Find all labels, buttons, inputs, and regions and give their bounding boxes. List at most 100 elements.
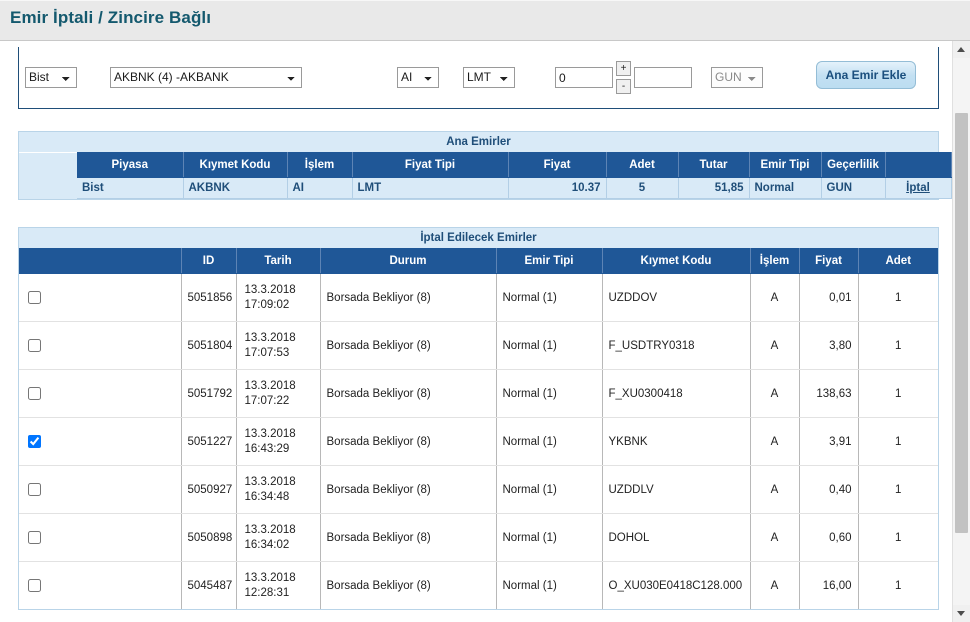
vertical-scrollbar[interactable] — [952, 41, 970, 622]
market-select[interactable]: Bist — [25, 67, 77, 88]
price-input[interactable] — [555, 67, 613, 88]
cell-time: 16:34:48 — [244, 490, 290, 503]
col-select — [19, 248, 182, 274]
scrollbar-thumb[interactable] — [955, 113, 968, 533]
col-fiyat: Fiyat — [799, 248, 859, 274]
cell-piyasa: Bist — [77, 177, 184, 199]
cancelable-orders-header-row: ID Tarih Durum Emir Tipi Kıymet Kodu İşl… — [19, 248, 938, 274]
row-select-cell[interactable] — [19, 513, 182, 562]
cell-adet: 5 — [606, 177, 679, 199]
row-select-checkbox[interactable] — [28, 435, 41, 448]
cell-date: 13.3.2018 — [244, 523, 296, 536]
cell-emir-tipi: Normal (1) — [496, 321, 603, 370]
row-select-cell[interactable] — [19, 273, 182, 322]
table-row[interactable]: 5045487 13.3.2018 12:28:31 Borsada Bekliyor… — [19, 561, 938, 609]
row-spacer — [19, 177, 77, 199]
cell-kiymet-kodu: UZDDLV — [602, 465, 751, 514]
cell-tutar: 51,85 — [678, 177, 750, 199]
table-row[interactable]: 5051792 13.3.2018 17:07:22 Borsada Bekliyor… — [19, 369, 938, 418]
cell-id: 5051804 — [181, 321, 237, 370]
cell-fiyat: 3,91 — [799, 417, 859, 466]
row-select-checkbox[interactable] — [28, 339, 41, 352]
cell-tarih: 13.3.2018 16:34:48 — [236, 465, 321, 514]
table-row[interactable]: 5051227 13.3.2018 16:43:29 Borsada Bekliyor… — [19, 417, 938, 466]
main-content: Bist AKBNK (4) -AKBANK AI LMT + - — [0, 41, 952, 622]
cell-fiyat: 0,60 — [799, 513, 859, 562]
cell-islem: A — [750, 513, 800, 562]
row-select-checkbox[interactable] — [28, 579, 41, 592]
cell-emir-tipi: Normal (1) — [496, 513, 603, 562]
cell-emir-tipi: Normal (1) — [496, 417, 603, 466]
cell-adet: 1 — [858, 513, 938, 562]
col-adet: Adet — [858, 248, 938, 274]
row-select-checkbox[interactable] — [28, 531, 41, 544]
cell-emir-tipi: Normal (1) — [496, 561, 603, 609]
cell-emir-tipi: Normal (1) — [496, 273, 603, 322]
col-kiymet-kodu: Kıymet Kodu — [602, 248, 751, 274]
col-id: ID — [181, 248, 237, 274]
row-select-cell[interactable] — [19, 369, 182, 418]
cell-date: 13.3.2018 — [244, 331, 296, 344]
cancel-link-text[interactable]: İptal — [906, 182, 930, 194]
price-stepper: + - — [616, 61, 631, 94]
cell-adet: 1 — [858, 369, 938, 418]
add-main-order-button[interactable]: Ana Emir Ekle — [816, 61, 916, 89]
cell-kiymet-kodu: O_XU030E0418C128.000 — [602, 561, 751, 609]
page-title: Emir İptali / Zincire Bağlı — [10, 8, 212, 27]
cell-kiymet-kodu: F_USDTRY0318 — [602, 321, 751, 370]
quantity-input[interactable] — [634, 67, 692, 88]
table-row[interactable]: 5050927 13.3.2018 16:34:48 Borsada Bekliyor… — [19, 465, 938, 514]
row-select-cell[interactable] — [19, 465, 182, 514]
cell-date: 13.3.2018 — [244, 571, 296, 584]
cell-fiyat: 0,40 — [799, 465, 859, 514]
row-select-checkbox[interactable] — [28, 387, 41, 400]
col-piyasa: Piyasa — [77, 152, 184, 178]
cell-time: 12:28:31 — [244, 586, 290, 599]
price-increment-button[interactable]: + — [616, 61, 631, 76]
table-row[interactable]: 5050898 13.3.2018 16:34:02 Borsada Bekliyor… — [19, 513, 938, 562]
symbol-select[interactable]: AKBNK (4) -AKBANK — [110, 67, 302, 88]
cell-durum: Borsada Bekliyor (8) — [320, 465, 497, 514]
validity-select[interactable]: GUN — [711, 67, 763, 88]
cell-kiymet-kodu: F_XU0300418 — [602, 369, 751, 418]
cell-id: 5051856 — [181, 273, 237, 322]
col-islem: İşlem — [750, 248, 800, 274]
cell-durum: Borsada Bekliyor (8) — [320, 273, 497, 322]
main-orders-header-row: Piyasa Kıymet Kodu İşlem Fiyat Tipi Fiya… — [19, 152, 952, 178]
cancel-order-link[interactable]: İptal — [885, 177, 952, 199]
table-row[interactable]: Bist AKBNK AI LMT 10.37 5 51,85 Normal G… — [19, 177, 952, 199]
scroll-up-arrow-icon[interactable] — [953, 41, 970, 58]
spacer-cell — [19, 152, 77, 178]
col-tarih: Tarih — [236, 248, 321, 274]
table-row[interactable]: 5051804 13.3.2018 17:07:53 Borsada Bekliyor… — [19, 321, 938, 370]
row-select-checkbox[interactable] — [28, 483, 41, 496]
cell-date: 13.3.2018 — [244, 379, 296, 392]
cell-time: 16:43:29 — [244, 442, 290, 455]
table-row[interactable]: 5051856 13.3.2018 17:09:02 Borsada Bekliyor… — [19, 273, 938, 322]
price-decrement-button[interactable]: - — [616, 79, 631, 94]
order-entry-row: Bist AKBNK (4) -AKBANK AI LMT + - — [19, 47, 938, 108]
row-select-cell[interactable] — [19, 417, 182, 466]
cell-emir-tipi: Normal — [749, 177, 822, 199]
cell-durum: Borsada Bekliyor (8) — [320, 513, 497, 562]
cell-tarih: 13.3.2018 17:09:02 — [236, 273, 321, 322]
price-type-select[interactable]: LMT — [463, 67, 515, 88]
scroll-down-arrow-icon[interactable] — [953, 605, 970, 622]
cell-durum: Borsada Bekliyor (8) — [320, 369, 497, 418]
cell-kiymet-kodu: YKBNK — [602, 417, 751, 466]
cell-id: 5050927 — [181, 465, 237, 514]
cell-islem: A — [750, 465, 800, 514]
cell-fiyat-tipi: LMT — [352, 177, 509, 199]
row-select-cell[interactable] — [19, 321, 182, 370]
row-select-checkbox[interactable] — [28, 291, 41, 304]
row-select-cell[interactable] — [19, 561, 182, 609]
side-select[interactable]: AI — [397, 67, 439, 88]
order-entry-panel: Bist AKBNK (4) -AKBANK AI LMT + - — [18, 47, 939, 109]
cell-tarih: 13.3.2018 16:34:02 — [236, 513, 321, 562]
cell-id: 5051227 — [181, 417, 237, 466]
cell-durum: Borsada Bekliyor (8) — [320, 417, 497, 466]
cell-id: 5050898 — [181, 513, 237, 562]
cell-tarih: 13.3.2018 17:07:22 — [236, 369, 321, 418]
cell-islem: A — [750, 417, 800, 466]
cell-kiymet-kodu: DOHOL — [602, 513, 751, 562]
